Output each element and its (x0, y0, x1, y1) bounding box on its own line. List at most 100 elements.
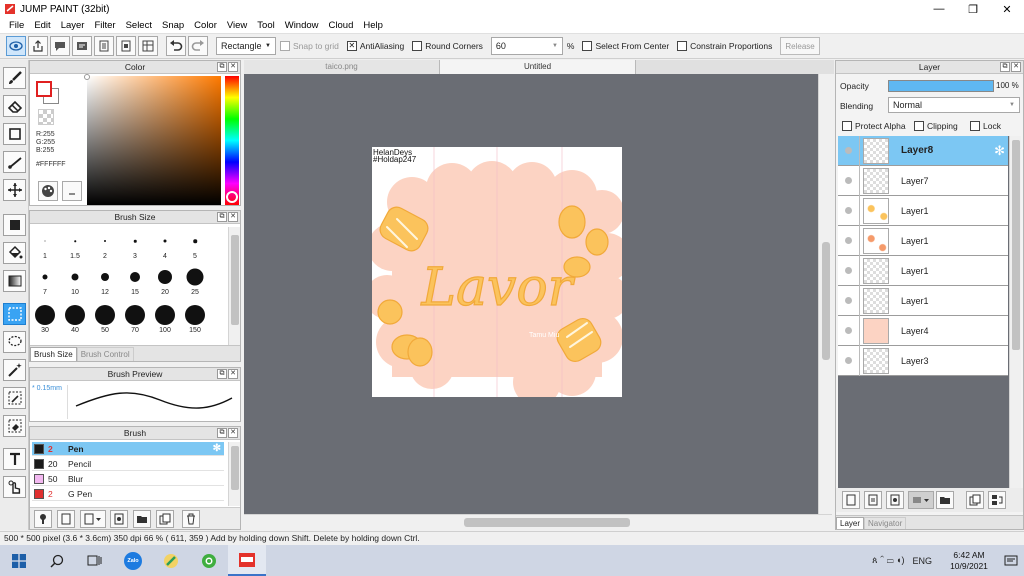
snap-to-grid-checkbox[interactable] (280, 41, 290, 51)
add-brush-button[interactable] (34, 510, 52, 528)
visibility-toggle[interactable] (838, 135, 860, 166)
eraser-tool[interactable] (3, 95, 26, 117)
layer-row[interactable]: Layer3 (838, 345, 1008, 376)
layer-properties-button[interactable] (886, 491, 904, 509)
panel-float-icon[interactable]: ⧉ (217, 62, 227, 72)
tray-icons[interactable]: ጰ ⌃ ▭ ◖) (872, 555, 904, 566)
panel-float-icon[interactable]: ⧉ (1000, 62, 1010, 72)
hue-slider[interactable] (225, 76, 239, 205)
new-layer-type-button[interactable] (864, 491, 882, 509)
menu-filter[interactable]: Filter (89, 20, 120, 31)
merge-layer-button[interactable] (988, 491, 1006, 509)
transparent-color-swatch[interactable] (38, 109, 54, 125)
panel-float-icon[interactable]: ⧉ (217, 428, 227, 438)
brush-size-1-5[interactable]: 1.5 (60, 231, 90, 261)
menu-file[interactable]: File (4, 20, 29, 31)
layer-row[interactable]: Layer7 (838, 165, 1008, 196)
tab-untitled[interactable]: Untitled (440, 60, 636, 74)
brush-size-20[interactable]: 20 (150, 267, 180, 297)
tab-taico-png[interactable]: taico.png (244, 60, 440, 74)
brush-menu-dropdown[interactable] (80, 510, 106, 528)
scrollbar-thumb[interactable] (464, 518, 630, 527)
tab-brush-control[interactable]: Brush Control (76, 347, 134, 361)
color-history-button[interactable] (62, 181, 82, 201)
menu-cloud[interactable]: Cloud (324, 20, 359, 31)
constrain-proportions-checkbox[interactable] (677, 41, 688, 51)
panel-close-icon[interactable]: ✕ (228, 212, 238, 222)
gear-icon[interactable]: ✻ (213, 443, 221, 454)
visibility-toggle[interactable] (838, 285, 860, 316)
brush-size-10[interactable]: 10 (60, 267, 90, 297)
shape-select[interactable]: Rectangle ▼ (216, 37, 276, 55)
visibility-toggle[interactable] (838, 315, 860, 346)
gradient-tool[interactable] (3, 270, 26, 292)
move-tool[interactable] (3, 179, 26, 201)
delete-brush-button[interactable] (182, 510, 200, 528)
brush-size-40[interactable]: 40 (60, 305, 90, 335)
visibility-toggle[interactable] (838, 165, 860, 196)
select-from-center-checkbox[interactable] (582, 41, 593, 51)
constrain-proportions-option[interactable]: Constrain Proportions (677, 41, 772, 51)
bucket-tool[interactable] (3, 242, 26, 264)
layer-row[interactable]: Layer8 ✻ (838, 135, 1008, 166)
lock-option[interactable]: Lock (970, 121, 1001, 131)
menu-layer[interactable]: Layer (56, 20, 90, 31)
canvas-horizontal-scrollbar[interactable] (244, 514, 832, 530)
protect-alpha-checkbox[interactable] (842, 121, 852, 131)
document-button[interactable] (116, 36, 136, 56)
lasso-tool[interactable] (3, 331, 26, 353)
text-tool[interactable] (3, 448, 26, 470)
clock[interactable]: 6:42 AM 10/9/2021 (940, 550, 998, 572)
palette-button[interactable] (38, 181, 58, 201)
brush-item-pencil[interactable]: 20 Pencil (32, 457, 224, 471)
comment-button[interactable] (50, 36, 70, 56)
menu-snap[interactable]: Snap (157, 20, 189, 31)
primary-color-swatch[interactable] (36, 81, 52, 97)
layer-folder-button[interactable] (936, 491, 954, 509)
menu-tool[interactable]: Tool (252, 20, 279, 31)
antialiasing-checkbox[interactable]: ✕ (346, 41, 357, 51)
brush-size-7[interactable]: 7 (30, 267, 60, 297)
panel-close-icon[interactable]: ✕ (228, 428, 238, 438)
blending-select[interactable]: Normal ▼ (888, 97, 1020, 113)
color-picker-square[interactable] (87, 76, 221, 205)
tab-navigator[interactable]: Navigator (864, 517, 907, 529)
brush-size-25[interactable]: 25 (180, 267, 210, 297)
layer-row[interactable]: Layer1 (838, 225, 1008, 256)
corner-value-spinner[interactable]: 60 ▼ (490, 37, 563, 55)
visibility-toggle[interactable] (838, 345, 860, 376)
canvas-vertical-scrollbar[interactable] (818, 74, 832, 514)
brush-list-scrollbar[interactable] (228, 442, 240, 506)
visibility-toggle[interactable] (838, 255, 860, 286)
panel-float-icon[interactable]: ⧉ (217, 212, 227, 222)
hue-slider-handle[interactable] (226, 191, 238, 203)
export-button[interactable] (28, 36, 48, 56)
color-picker-cursor[interactable] (84, 74, 90, 80)
antialiasing-option[interactable]: ✕ AntiAliasing (346, 41, 404, 51)
brush-properties-button[interactable] (110, 510, 128, 528)
layer-row[interactable]: Layer4 (838, 315, 1008, 346)
brush-size-12[interactable]: 12 (90, 267, 120, 297)
zalo-app[interactable]: Zalo (114, 545, 152, 576)
line-tool[interactable] (3, 151, 26, 173)
message-button[interactable] (72, 36, 92, 56)
panel-close-icon[interactable]: ✕ (228, 369, 238, 379)
start-button[interactable] (0, 545, 38, 576)
scrollbar-thumb[interactable] (1012, 140, 1020, 350)
task-view-button[interactable] (76, 545, 114, 576)
brush-size-15[interactable]: 15 (120, 267, 150, 297)
menu-view[interactable]: View (222, 20, 252, 31)
clipping-option[interactable]: Clipping (914, 121, 958, 131)
grid-settings-button[interactable] (138, 36, 158, 56)
gear-icon[interactable]: ✻ (994, 143, 1005, 159)
rectangle-tool[interactable] (3, 123, 26, 145)
menu-help[interactable]: Help (358, 20, 388, 31)
input-language[interactable]: ENG (912, 556, 932, 566)
new-brush-button[interactable] (57, 510, 75, 528)
page-button[interactable] (94, 36, 114, 56)
brush-size-30[interactable]: 30 (30, 305, 60, 335)
panel-close-icon[interactable]: ✕ (228, 62, 238, 72)
duplicate-brush-button[interactable] (156, 510, 174, 528)
brush-tool[interactable] (3, 67, 26, 89)
search-button[interactable] (38, 545, 76, 576)
